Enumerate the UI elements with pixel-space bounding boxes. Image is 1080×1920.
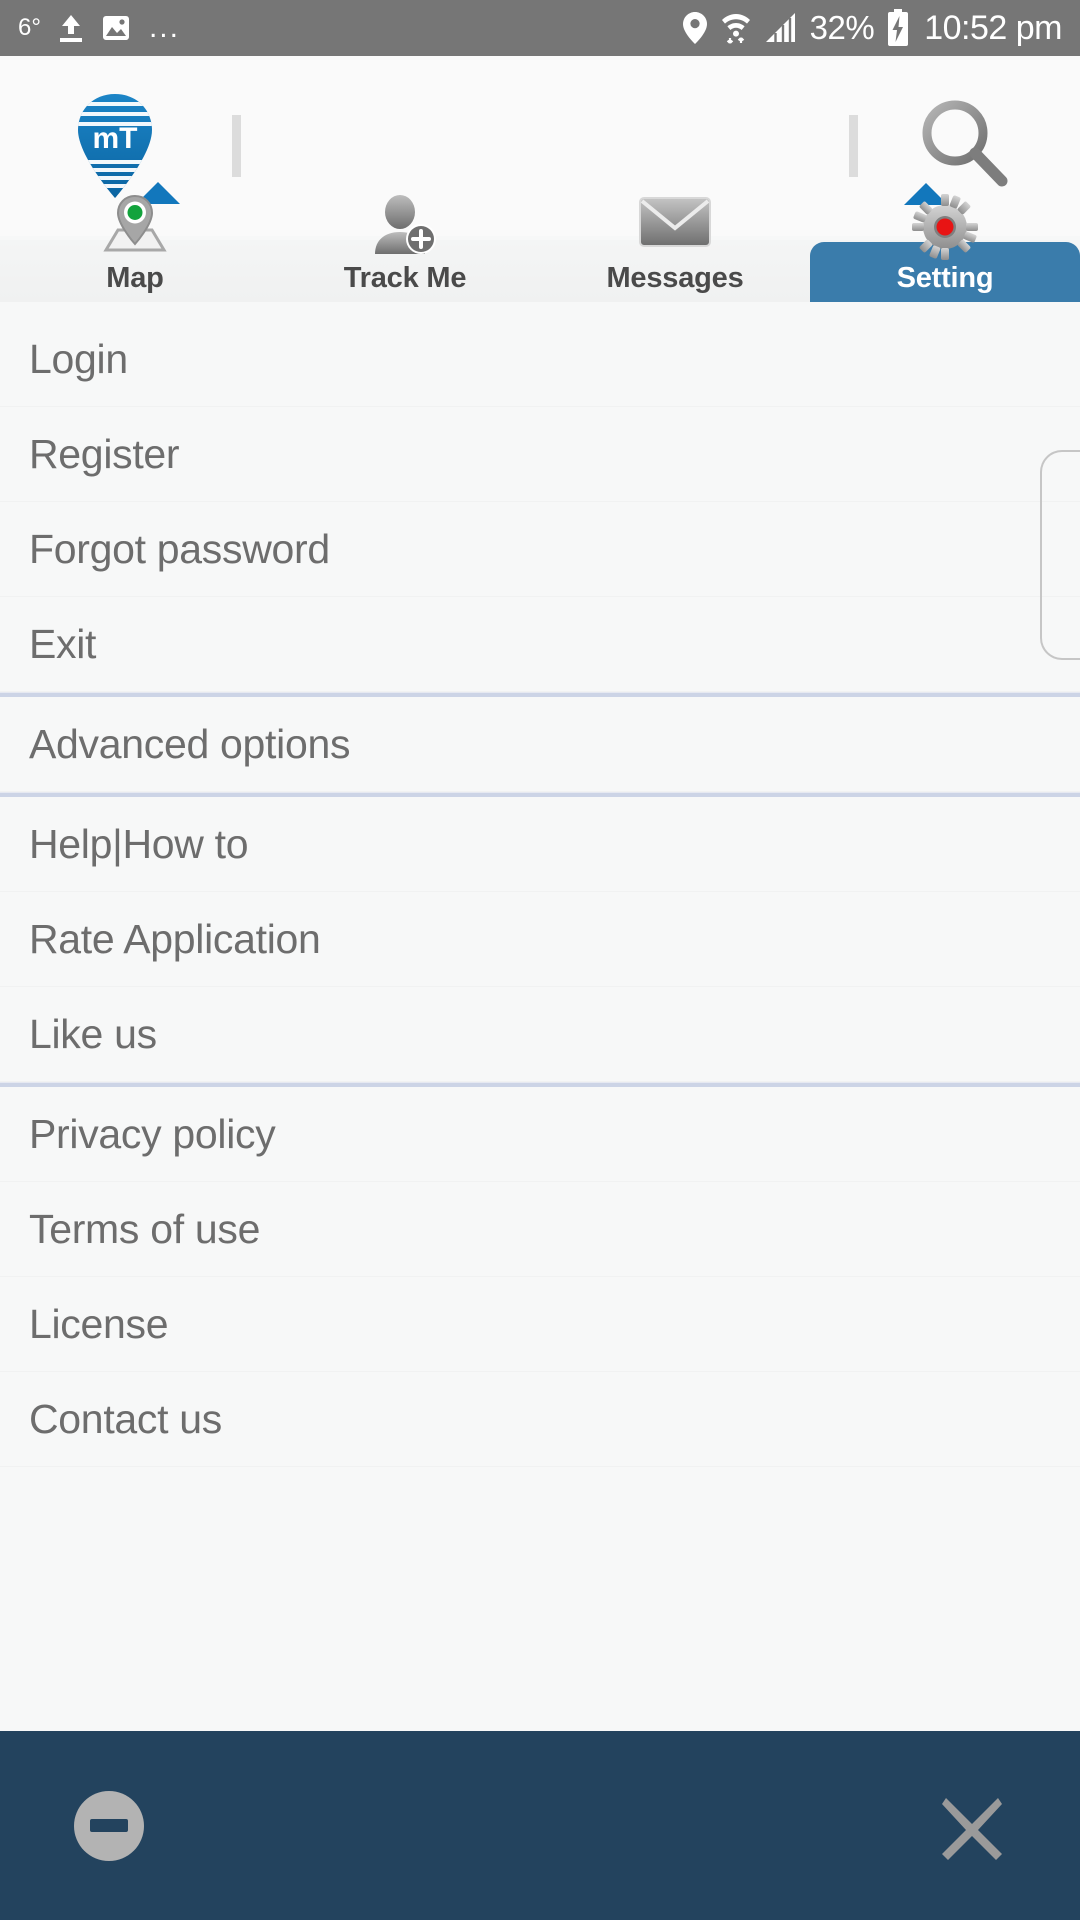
header-divider-right [849,115,858,177]
battery-charging-icon [886,9,910,47]
tab-messages-label: Messages [606,262,743,302]
menu-item-privacy-policy[interactable]: Privacy policy [0,1087,1080,1182]
battery-percent-label: 32% [810,9,875,47]
menu-item-exit[interactable]: Exit [0,597,1080,692]
menu-item-label: License [29,1301,168,1348]
temperature-indicator: 6° [18,14,41,42]
bottom-bar [0,1731,1080,1920]
menu-item-label: Like us [29,1011,157,1058]
tab-map-label: Map [106,262,163,302]
menu-item-label: Forgot password [29,526,330,573]
svg-text:mT: mT [93,122,138,155]
menu-item-label: Login [29,336,128,383]
tab-messages[interactable]: Messages [540,242,810,302]
minus-bar [90,1819,128,1832]
menu-item-label: Terms of use [29,1206,260,1253]
status-bar-left: 6° ... [18,13,180,43]
upload-icon [57,13,85,43]
tab-map[interactable]: Map [0,242,270,302]
menu-top-padding [0,302,1080,312]
signal-bars-icon [764,11,798,45]
map-pin-icon [98,194,172,261]
menu-item-license[interactable]: License [0,1277,1080,1372]
menu-item-forgot-password[interactable]: Forgot password [0,502,1080,597]
menu-item-help-how-to[interactable]: Help|How to [0,797,1080,892]
search-icon[interactable] [910,91,1020,201]
map-pin-logo[interactable]: mT [56,86,174,206]
status-bar: 6° ... [0,0,1080,56]
settings-menu-list[interactable]: Login Register Forgot password Exit Adva… [0,302,1080,1732]
menu-item-label: Rate Application [29,916,321,963]
tab-bar: Map Track Me [0,240,1080,302]
person-add-icon [369,194,441,261]
menu-item-label: Register [29,431,179,478]
menu-item-label: Privacy policy [29,1111,275,1158]
menu-item-label: Exit [29,621,96,668]
menu-item-label: Help|How to [29,821,248,868]
minus-circle-icon[interactable] [74,1791,144,1861]
overflow-icon: ... [149,18,180,38]
tab-setting-label: Setting [897,262,994,302]
location-pin-icon [682,11,708,45]
menu-item-register[interactable]: Register [0,407,1080,502]
app-root: 6° ... [0,0,1080,1920]
close-icon[interactable] [934,1788,1010,1864]
envelope-icon [637,194,713,255]
wifi-icon [720,10,752,46]
gear-icon [912,194,978,265]
menu-item-contact-us[interactable]: Contact us [0,1372,1080,1467]
status-bar-right: 32% 10:52 pm [682,9,1062,48]
menu-item-like-us[interactable]: Like us [0,987,1080,1082]
tab-track-me-label: Track Me [344,262,467,302]
tab-setting[interactable]: Setting [810,242,1080,302]
menu-item-label: Contact us [29,1396,222,1443]
menu-item-login[interactable]: Login [0,312,1080,407]
tab-track-me[interactable]: Track Me [270,242,540,302]
image-icon [101,13,131,43]
menu-item-label: Advanced options [29,721,350,768]
menu-item-rate-application[interactable]: Rate Application [0,892,1080,987]
menu-item-advanced-options[interactable]: Advanced options [0,697,1080,792]
clock-label: 10:52 pm [924,9,1062,48]
header-divider-left [232,115,241,177]
menu-item-terms-of-use[interactable]: Terms of use [0,1182,1080,1277]
